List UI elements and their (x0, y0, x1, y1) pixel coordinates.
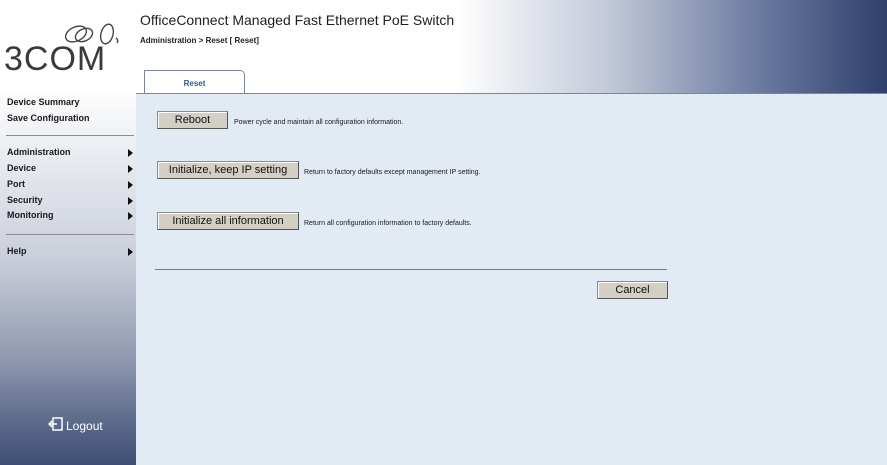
logo-text: 3COM (4, 40, 107, 78)
logout-label: Logout (66, 419, 103, 433)
page-title: OfficeConnect Managed Fast Ethernet PoE … (140, 12, 455, 28)
initialize-all-description: Return all configuration information to … (304, 220, 472, 227)
sidebar-item-label: Security (7, 195, 43, 205)
submenu-arrow-icon (128, 165, 133, 173)
submenu-arrow-icon (128, 197, 133, 205)
save-configuration-link[interactable]: Save Configuration (7, 113, 90, 123)
sidebar-item-help[interactable]: Help (7, 246, 134, 260)
initialize-keep-ip-description: Return to factory defaults except manage… (304, 169, 481, 176)
sidebar-item-label: Help (7, 246, 27, 256)
tab-label: Reset (183, 79, 206, 88)
sidebar-item-label: Administration (7, 147, 71, 157)
sidebar-item-label: Monitoring (7, 210, 54, 220)
reboot-description: Power cycle and maintain all configurati… (234, 119, 404, 126)
reboot-button[interactable]: Reboot (157, 111, 228, 129)
logo: 3COM (0, 0, 136, 84)
initialize-all-button[interactable]: Initialize all information (157, 212, 299, 230)
sidebar: 3COM Device Summary Save Configuration A… (0, 0, 136, 465)
main-content: Reboot Power cycle and maintain all conf… (136, 94, 887, 465)
sidebar-item-monitoring[interactable]: Monitoring (7, 210, 134, 224)
device-summary-link[interactable]: Device Summary (7, 97, 80, 107)
sidebar-item-device[interactable]: Device (7, 163, 134, 177)
breadcrumb: Administration > Reset [ Reset] (140, 36, 259, 45)
cancel-button[interactable]: Cancel (597, 281, 668, 299)
logout-button[interactable]: Logout (48, 416, 118, 436)
submenu-arrow-icon (128, 149, 133, 157)
sidebar-item-label: Device (7, 163, 37, 173)
sidebar-item-security[interactable]: Security (7, 195, 134, 209)
sidebar-divider (6, 135, 134, 136)
content-divider (155, 269, 667, 270)
submenu-arrow-icon (128, 212, 133, 220)
sidebar-item-administration[interactable]: Administration (7, 147, 134, 161)
submenu-arrow-icon (128, 248, 133, 256)
sidebar-divider (6, 234, 134, 235)
initialize-keep-ip-button[interactable]: Initialize, keep IP setting (157, 161, 299, 179)
header: OfficeConnect Managed Fast Ethernet PoE … (136, 0, 887, 93)
sidebar-item-label: Port (7, 179, 25, 189)
logout-icon (48, 417, 63, 431)
submenu-arrow-icon (128, 181, 133, 189)
sidebar-item-port[interactable]: Port (7, 179, 134, 193)
tab-reset[interactable]: Reset (144, 70, 245, 93)
